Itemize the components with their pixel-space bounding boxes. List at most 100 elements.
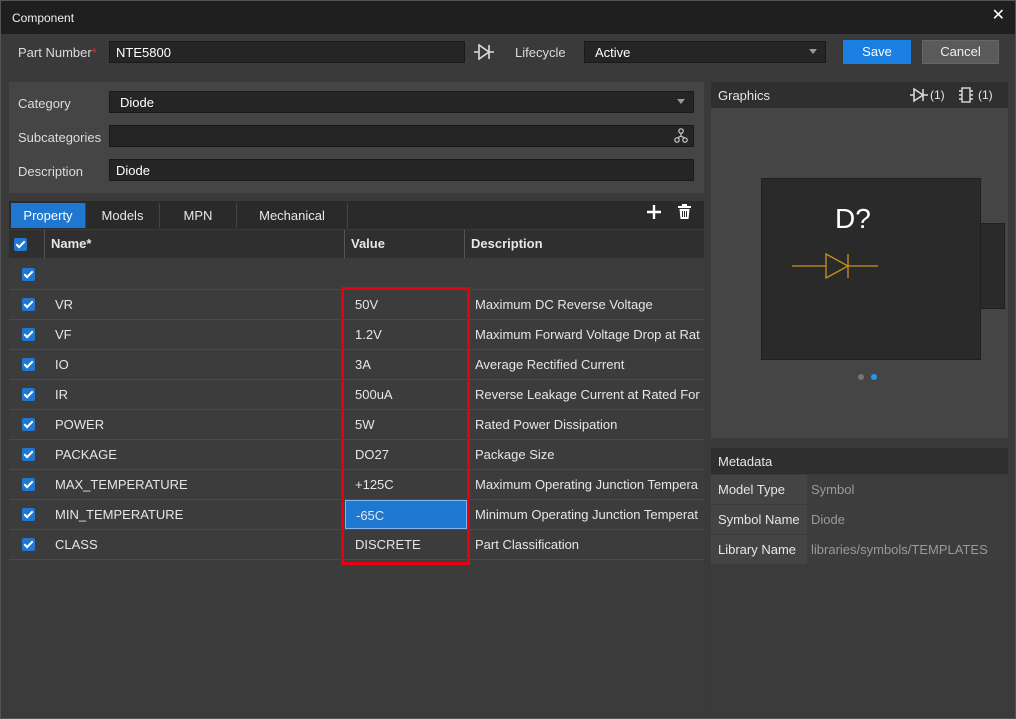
row-checkbox[interactable]: [22, 358, 35, 371]
cell-name[interactable]: CLASS: [55, 530, 339, 559]
cell-value[interactable]: 3A: [355, 350, 465, 379]
cell-description[interactable]: Reverse Leakage Current at Rated Forw: [475, 380, 700, 409]
cell-name[interactable]: POWER: [55, 410, 339, 439]
footprint-preview-edge: [980, 223, 1005, 309]
row-checkbox[interactable]: [22, 298, 35, 311]
table-row[interactable]: PACKAGE DO27 Package Size: [9, 440, 704, 470]
cell-description[interactable]: Maximum Forward Voltage Drop at Rat: [475, 320, 700, 349]
cell-description[interactable]: Rated Power Dissipation: [475, 410, 700, 439]
row-checkbox[interactable]: [22, 328, 35, 341]
cell-description[interactable]: Minimum Operating Junction Temperat: [475, 500, 700, 529]
metadata-key: Model Type: [718, 482, 785, 497]
cell-description[interactable]: Part Classification: [475, 530, 700, 559]
cell-value[interactable]: 1.2V: [355, 320, 465, 349]
table-header: Name* Value Description: [9, 230, 704, 258]
select-all-cell: [9, 230, 45, 258]
table-row[interactable]: POWER 5W Rated Power Dissipation: [9, 410, 704, 440]
trash-icon[interactable]: [677, 204, 692, 223]
row-checkbox[interactable]: [22, 418, 35, 431]
cell-description[interactable]: Package Size: [475, 440, 700, 469]
row-checkbox[interactable]: [22, 478, 35, 491]
symbol-preview[interactable]: D?: [761, 178, 981, 360]
cell-value[interactable]: 50V: [355, 290, 465, 319]
part-number-field[interactable]: NTE5800: [109, 41, 465, 63]
refdes-label: D?: [835, 203, 871, 234]
diode-symbol: [792, 252, 878, 280]
close-icon[interactable]: ✕: [992, 5, 1005, 25]
metadata-row: Model Type Symbol: [711, 475, 1008, 505]
cell-value[interactable]: [355, 260, 465, 289]
carousel-dot-2[interactable]: [871, 374, 877, 380]
title-bar: Component ✕: [1, 1, 1015, 34]
metadata-value: libraries/symbols/TEMPLATES: [807, 535, 1008, 564]
lifecycle-label: Lifecycle: [515, 45, 566, 60]
tab-mechanical[interactable]: Mechanical: [237, 203, 348, 228]
row-checkbox[interactable]: [22, 538, 35, 551]
row-checkbox[interactable]: [22, 268, 35, 281]
metadata-value: Symbol: [807, 475, 1008, 504]
property-table: Name* Value Description VR 50V Maximum DC …: [9, 230, 704, 711]
footprint-icon[interactable]: [957, 86, 975, 107]
window-title: Component: [12, 11, 75, 25]
tab-bar: Property Models MPN Mechanical: [9, 201, 704, 229]
save-button[interactable]: Save: [843, 40, 911, 64]
cell-description[interactable]: Average Rectified Current: [475, 350, 700, 379]
cell-description[interactable]: Maximum DC Reverse Voltage: [475, 290, 700, 319]
symbol-icon[interactable]: [909, 87, 929, 106]
add-icon[interactable]: [646, 204, 662, 223]
cell-value[interactable]: 5W: [355, 410, 465, 439]
carousel-dot-1[interactable]: [858, 374, 864, 380]
cell-name[interactable]: MAX_TEMPERATURE: [55, 470, 339, 499]
cell-name[interactable]: IO: [55, 350, 339, 379]
hierarchy-icon[interactable]: [674, 128, 688, 147]
table-row[interactable]: CLASS DISCRETE Part Classification: [9, 530, 704, 560]
component-dialog: Component ✕ Part Number* NTE5800 Lifecyc…: [0, 0, 1016, 719]
metadata-row: Library Name libraries/symbols/TEMPLATES: [711, 535, 1008, 565]
cell-value[interactable]: +125C: [355, 470, 465, 499]
cell-name[interactable]: IR: [55, 380, 339, 409]
table-row[interactable]: [9, 260, 704, 290]
table-row[interactable]: VF 1.2V Maximum Forward Voltage Drop at Ra…: [9, 320, 704, 350]
cell-name[interactable]: PACKAGE: [55, 440, 339, 469]
row-checkbox[interactable]: [22, 448, 35, 461]
cell-value[interactable]: DO27: [355, 440, 465, 469]
description-field[interactable]: Diode: [109, 159, 694, 181]
cell-name[interactable]: [55, 260, 339, 289]
cell-name[interactable]: MIN_TEMPERATURE: [55, 500, 339, 529]
table-row[interactable]: IR 500uA Reverse Leakage Current at Rated …: [9, 380, 704, 410]
table-row[interactable]: IO 3A Average Rectified Current: [9, 350, 704, 380]
subcategories-field[interactable]: [109, 125, 694, 147]
row-checkbox[interactable]: [22, 388, 35, 401]
category-label: Category: [18, 96, 71, 111]
column-description[interactable]: Description: [465, 230, 704, 258]
metadata-header: Metadata: [711, 448, 1008, 474]
metadata-body: [711, 565, 1008, 711]
symbol-link-icon[interactable]: [473, 42, 495, 65]
metadata-key: Library Name: [718, 542, 797, 557]
cell-name[interactable]: VF: [55, 320, 339, 349]
lifecycle-dropdown[interactable]: Active: [584, 41, 826, 63]
tab-property[interactable]: Property: [11, 203, 86, 228]
chevron-down-icon: [809, 49, 817, 54]
category-dropdown[interactable]: Diode: [109, 91, 694, 113]
cell-value[interactable]: -65C: [345, 500, 467, 529]
column-value[interactable]: Value: [345, 230, 465, 258]
cell-value[interactable]: 500uA: [355, 380, 465, 409]
cancel-button[interactable]: Cancel: [922, 40, 999, 64]
cell-name[interactable]: VR: [55, 290, 339, 319]
row-checkbox[interactable]: [22, 508, 35, 521]
tab-models[interactable]: Models: [86, 203, 160, 228]
select-all-checkbox[interactable]: [14, 238, 27, 251]
cell-description[interactable]: Maximum Operating Junction Tempera: [475, 470, 700, 499]
description-label: Description: [18, 164, 84, 179]
tab-mpn[interactable]: MPN: [160, 203, 237, 228]
table-row[interactable]: VR 50V Maximum DC Reverse Voltage: [9, 290, 704, 320]
cell-description[interactable]: [475, 260, 700, 289]
part-number-label: Part Number*: [18, 45, 97, 60]
table-row[interactable]: MAX_TEMPERATURE +125C Maximum Operating Ju…: [9, 470, 704, 500]
column-name[interactable]: Name*: [45, 230, 345, 258]
metadata-key: Symbol Name: [718, 512, 800, 527]
footprint-count: (1): [978, 88, 993, 102]
table-row[interactable]: MIN_TEMPERATURE -65C Minimum Operating Jun…: [9, 500, 704, 530]
cell-value[interactable]: DISCRETE: [355, 530, 465, 559]
